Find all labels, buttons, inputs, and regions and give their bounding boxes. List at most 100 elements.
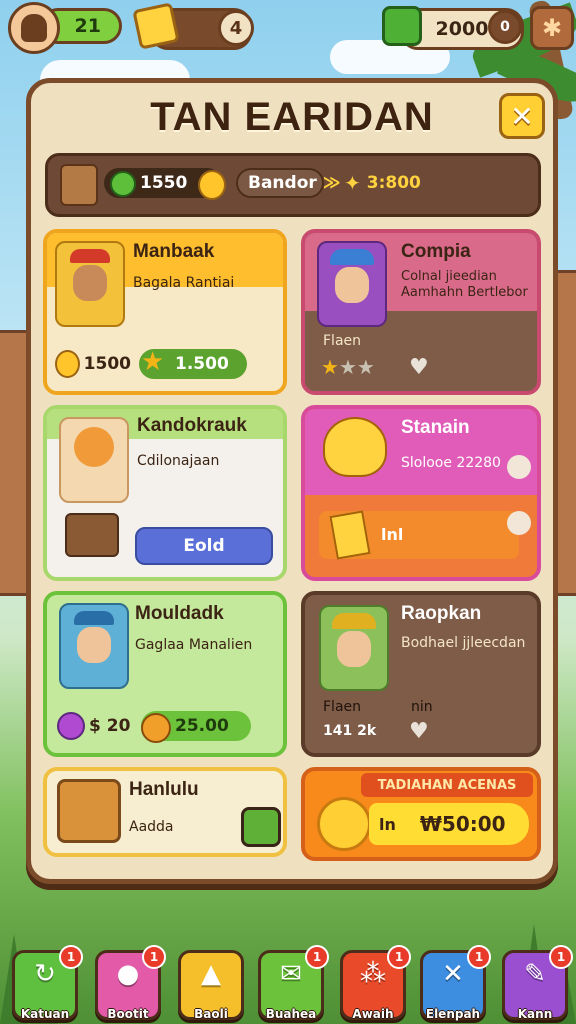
character-portrait bbox=[319, 605, 389, 691]
card-action-button[interactable]: Eold bbox=[135, 527, 273, 565]
sun-icon bbox=[317, 797, 371, 851]
card-compia[interactable]: Compia Colnal jieedian Aamhahn Bertlebor… bbox=[301, 229, 541, 395]
card-count: 141 2k bbox=[323, 723, 377, 739]
face-icon bbox=[74, 427, 114, 467]
card-action-label: Eold bbox=[183, 536, 225, 556]
player-avatar[interactable] bbox=[8, 2, 60, 54]
arrows-icon: ≫ bbox=[322, 173, 341, 193]
reward-icon: ✦ bbox=[344, 171, 361, 195]
card-title: TADIAHAN ACENAS bbox=[377, 777, 517, 793]
card-subtitle: Slolooe 22280 bbox=[401, 455, 501, 471]
price-prefix: ln bbox=[379, 814, 396, 834]
cost-chip: $ 20 bbox=[57, 711, 137, 741]
bag-icon bbox=[60, 164, 98, 206]
shop-panel: TAN EARIDAN ✕ 1550 Bandor ≫ ✦ 3:800 Manb… bbox=[26, 78, 558, 884]
tab-bandor[interactable]: Bandor ≫ bbox=[236, 168, 341, 198]
card-action-row[interactable]: lnl bbox=[319, 510, 519, 560]
rating-stars: ★★★ bbox=[321, 355, 375, 379]
cost-value: 1500 bbox=[83, 354, 131, 374]
scroll-icon bbox=[329, 510, 371, 560]
hat-icon bbox=[332, 613, 376, 629]
card-title: Hanlulu bbox=[129, 779, 199, 800]
nav-label: Elenpah bbox=[425, 1007, 481, 1021]
panel-title: TAN EARIDAN bbox=[150, 95, 434, 139]
nav-elenpah[interactable]: ✕ 1 Elenpah bbox=[420, 945, 491, 1021]
potion-icon bbox=[57, 712, 85, 740]
level-value: 21 bbox=[74, 15, 101, 37]
money-add-button[interactable]: 0 bbox=[488, 10, 522, 44]
face-icon bbox=[335, 267, 369, 303]
nav-label: Bootit bbox=[107, 1007, 149, 1021]
card-title: Stanain bbox=[401, 417, 470, 438]
card-tadiahan-acenas[interactable]: TADIAHAN ACENAS ln ₩50:00 bbox=[301, 767, 541, 861]
card-mouldadk[interactable]: Mouldadk Gaglaa Manalien $ 20 25.00 bbox=[43, 591, 287, 757]
gems-add-button[interactable]: 4 bbox=[218, 10, 254, 46]
nav-kann[interactable]: ✎ 1 Kann bbox=[502, 945, 573, 1021]
card-manbaak[interactable]: Manbaak Bagala Rantiai 1500 1.500 ★ bbox=[43, 229, 287, 395]
card-hanlulu[interactable]: Hanlulu Aadda bbox=[43, 767, 287, 857]
card-action-label: lnl bbox=[381, 525, 404, 544]
cost-value: $ 20 bbox=[89, 716, 131, 736]
nav-badge: 1 bbox=[549, 945, 573, 969]
chest-icon bbox=[65, 513, 119, 557]
gems-value: 4 bbox=[229, 17, 243, 39]
balance-value: 1550 bbox=[140, 173, 188, 193]
offer-price: ₩50:00 bbox=[419, 812, 506, 836]
nav-label: Awaih bbox=[352, 1007, 394, 1021]
card-tag: Flaen bbox=[323, 333, 362, 349]
avatar-face-icon bbox=[21, 14, 47, 42]
nav-badge: 1 bbox=[467, 945, 491, 969]
settings-gear-button[interactable]: ✱ bbox=[530, 6, 574, 50]
card-title: Raopkan bbox=[401, 603, 482, 624]
character-portrait bbox=[59, 417, 129, 503]
character-portrait bbox=[317, 241, 387, 327]
nav-bootit[interactable]: ● 1 Bootit bbox=[95, 945, 166, 1021]
card-title: Kandokrauk bbox=[137, 415, 247, 436]
close-button[interactable]: ✕ bbox=[499, 93, 545, 139]
cash-icon[interactable] bbox=[241, 807, 281, 847]
gold-coin-icon bbox=[198, 170, 226, 200]
offer-buy-button[interactable]: ln ₩50:00 bbox=[369, 803, 529, 845]
nav-buahea[interactable]: ✉ 1 Buahea bbox=[258, 945, 329, 1021]
hat-icon bbox=[74, 611, 114, 625]
hat-icon bbox=[330, 249, 374, 265]
nav-katuan[interactable]: ↻ 1 Katuan bbox=[12, 945, 83, 1021]
cost-chip: 1500 bbox=[55, 349, 131, 379]
tab-bandor-label: Bandor bbox=[248, 173, 317, 193]
nav-label: Baoli bbox=[194, 1007, 228, 1021]
offer-banner: TADIAHAN ACENAS bbox=[361, 773, 533, 797]
face-icon bbox=[77, 627, 111, 663]
close-icon: ✕ bbox=[510, 99, 534, 133]
card-subtitle: Bagala Rantiai bbox=[133, 275, 235, 291]
card-title: Compia bbox=[401, 241, 471, 262]
card-subtitle: Bodhael jjleecdan bbox=[401, 635, 526, 651]
card-subtitle: Cdilonajaan bbox=[137, 453, 220, 469]
nav-badge: 1 bbox=[387, 945, 411, 969]
nav-label: Katuan bbox=[20, 1007, 70, 1021]
reward-chip: ✦ 3:800 bbox=[344, 168, 454, 198]
card-tag: Flaen bbox=[323, 699, 362, 715]
card-title: Mouldadk bbox=[135, 603, 224, 624]
hat-icon bbox=[70, 249, 110, 263]
character-portrait bbox=[55, 241, 125, 327]
card-raopkan[interactable]: Raopkan Bodhael jjleecdan Flaen nin 141 … bbox=[301, 591, 541, 757]
heart-icon[interactable]: ♥ bbox=[409, 355, 429, 380]
card-subtitle: Gaglaa Manalien bbox=[135, 637, 253, 653]
edit-icon[interactable] bbox=[507, 455, 531, 479]
card-kandokrauk[interactable]: Kandokrauk Cdilonajaan Eold bbox=[43, 405, 287, 581]
card-stanain[interactable]: Stanain Slolooe 22280 lnl bbox=[301, 405, 541, 581]
reward-value: 3:800 bbox=[366, 173, 421, 193]
crate-icon bbox=[57, 779, 121, 843]
money-plus-label: 0 bbox=[500, 19, 510, 35]
gear-icon: ✱ bbox=[541, 14, 563, 42]
nav-awaih[interactable]: ⁂ 1 Awaih bbox=[340, 945, 411, 1021]
star-icon: ★ bbox=[141, 347, 165, 377]
tool-icon[interactable] bbox=[507, 511, 531, 535]
heart-icon[interactable]: ♥ bbox=[409, 719, 429, 744]
nav-badge: 1 bbox=[59, 945, 83, 969]
card-tag: nin bbox=[411, 699, 433, 715]
green-coin-icon bbox=[110, 171, 136, 197]
buy-price: 1.500 bbox=[175, 354, 229, 374]
nav-baoli[interactable]: ▲ Baoli bbox=[178, 950, 244, 1021]
nav-badge: 1 bbox=[305, 945, 329, 969]
